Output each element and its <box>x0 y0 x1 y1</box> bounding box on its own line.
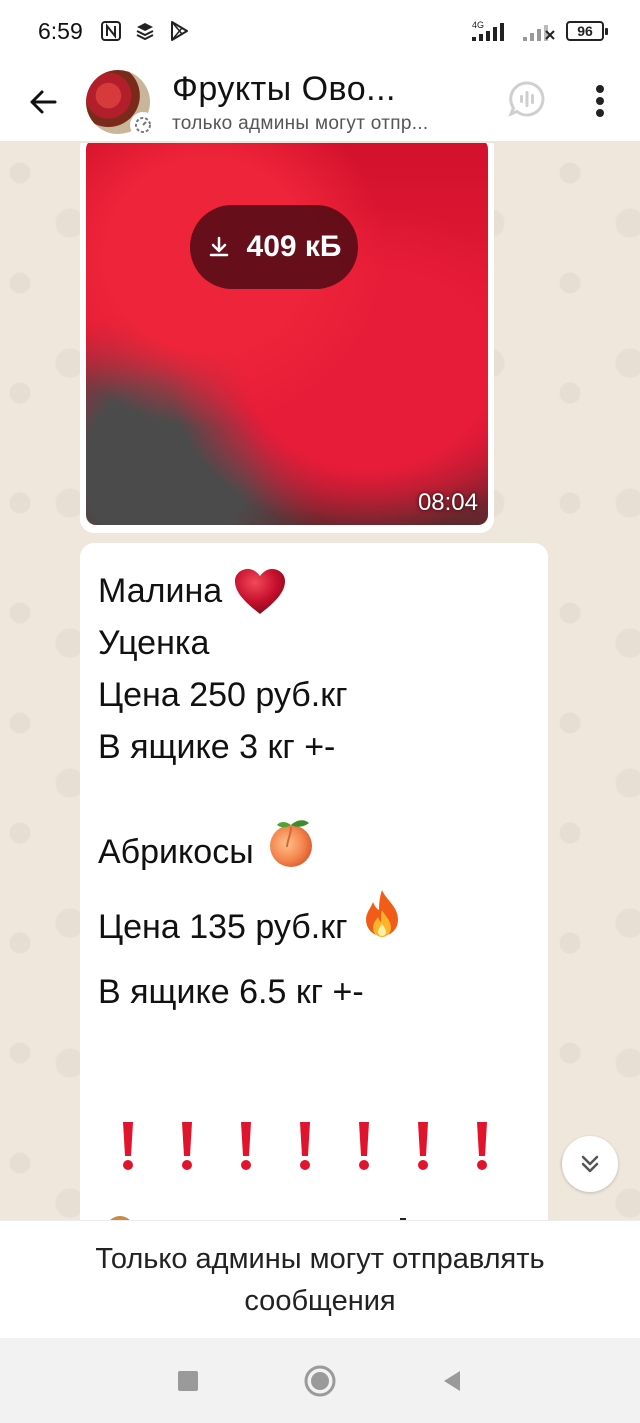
chat-header: Фрукты Ово... только админы могут отпр..… <box>0 62 640 142</box>
scroll-to-bottom-button[interactable] <box>562 1136 618 1192</box>
nfc-icon <box>99 19 123 43</box>
layers-icon <box>133 19 157 43</box>
arrow-left-icon <box>30 90 57 113</box>
message-line-text: В ящике 6.5 кг +- <box>98 973 364 1011</box>
message-line: В ящике 3 кг +- <box>98 721 530 773</box>
home-circle-icon <box>304 1365 336 1396</box>
play-store-icon <box>167 19 191 43</box>
battery-indicator: 96 <box>566 21 608 41</box>
message-line-text: Цена 250 руб.кг <box>98 676 348 714</box>
download-icon <box>209 236 228 257</box>
triangle-back-icon <box>444 1370 460 1391</box>
signal-no-service-icon <box>522 19 556 43</box>
chat-area[interactable]: 409 кБ 08:04 Малина Уценка Цена 250 руб.… <box>0 143 640 1220</box>
message-line: Абрикосы <box>98 815 530 888</box>
message-line: В ящике 6.5 кг +- <box>98 966 530 1018</box>
fire-icon <box>357 888 407 966</box>
square-icon <box>178 1370 198 1391</box>
back-button[interactable] <box>0 62 86 142</box>
exclamation-icon <box>393 1120 452 1172</box>
recent-apps-button[interactable] <box>168 1361 208 1401</box>
message-line: Уценка <box>98 617 530 669</box>
chat-title: Фрукты Ово... <box>172 69 396 108</box>
download-size: 409 кБ <box>246 230 342 263</box>
voice-chat-icon <box>508 81 545 117</box>
text-message[interactable]: Малина Уценка Цена 250 руб.кг В ящике 3 … <box>80 543 548 1220</box>
exclamation-icon <box>98 1120 157 1172</box>
admins-only-text: Только админы могут отправлять сообщения <box>95 1242 545 1317</box>
peach-icon <box>264 815 318 888</box>
back-nav-button[interactable] <box>432 1361 472 1401</box>
more-options-button[interactable] <box>585 78 615 124</box>
exclamation-icon <box>216 1120 275 1172</box>
message-time: 08:04 <box>417 489 478 516</box>
double-chevron-down-icon <box>581 1155 599 1173</box>
exclamation-row <box>98 1120 530 1172</box>
message-line-text: В ящике 3 кг +- <box>98 728 336 766</box>
status-bar: 6:59 4G 96 <box>0 0 640 62</box>
voice-chat-button[interactable] <box>506 78 548 120</box>
message-line-text: Абрикосы <box>98 832 254 871</box>
exclamation-icon <box>157 1120 216 1172</box>
message-line-text: Цена 135 руб.кг <box>98 908 348 946</box>
exclamation-icon <box>452 1120 511 1172</box>
home-button[interactable] <box>300 1361 340 1401</box>
message-line-text: Уценка <box>98 624 210 662</box>
message-line-text: Малина <box>98 572 223 610</box>
network-type-label: 4G <box>472 20 484 30</box>
system-nav-bar <box>0 1338 640 1423</box>
download-button[interactable]: 409 кБ <box>190 205 358 289</box>
signal-4g-icon: 4G <box>470 19 512 43</box>
chat-subtitle: только админы могут отпр... <box>172 112 429 134</box>
video-thumbnail[interactable]: 409 кБ 08:04 <box>86 143 488 525</box>
chat-title-block[interactable]: Фрукты Ово... только админы могут отпр..… <box>172 69 472 135</box>
admins-only-notice: Только админы могут отправлять сообщения <box>0 1220 640 1338</box>
message-line: Цена 135 руб.кг <box>98 888 530 966</box>
kebab-menu-icon <box>596 85 604 117</box>
exclamation-icon <box>334 1120 393 1172</box>
clipped-message-line <box>100 1208 520 1220</box>
chat-avatar[interactable] <box>86 69 156 138</box>
video-message[interactable]: 409 кБ 08:04 <box>80 143 494 533</box>
status-time: 6:59 <box>38 17 83 44</box>
community-badge-icon <box>130 111 156 138</box>
red-heart-icon <box>232 566 286 616</box>
message-line: Малина <box>98 565 530 617</box>
exclamation-icon <box>275 1120 334 1172</box>
message-line: Цена 250 руб.кг <box>98 669 530 721</box>
